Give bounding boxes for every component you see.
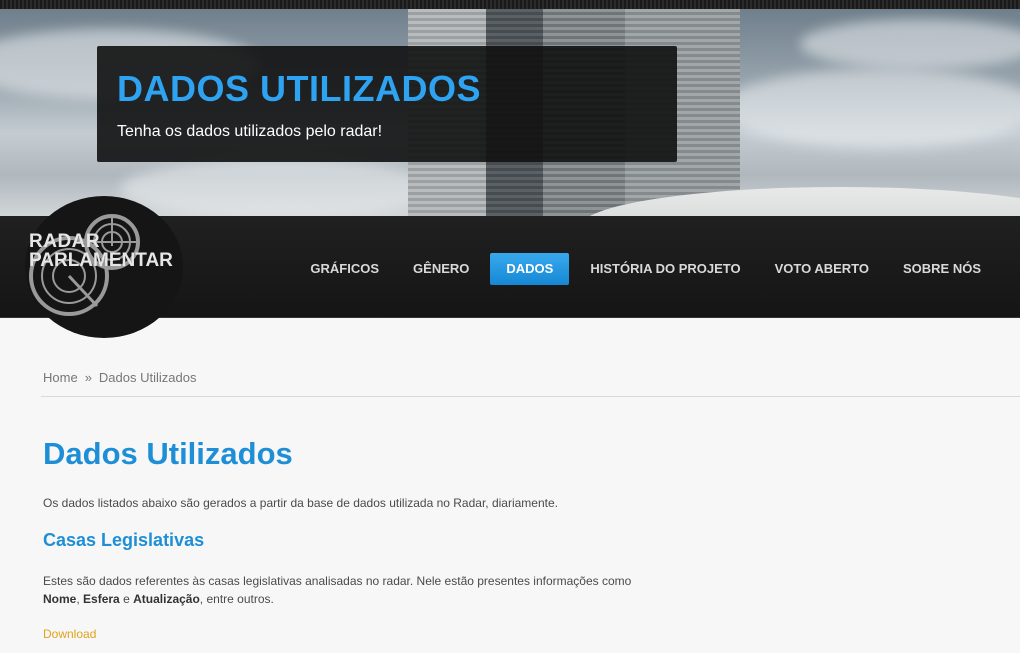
cloud xyxy=(800,19,1020,69)
main-nav: GRÁFICOS GÊNERO DADOS HISTÓRIA DO PROJET… xyxy=(293,253,998,285)
section-title: Casas Legislativas xyxy=(43,530,205,550)
hero-subtitle: Tenha os dados utilizados pelo radar! xyxy=(117,123,383,140)
breadcrumb-home[interactable]: Home xyxy=(43,370,78,385)
field-nome: Nome xyxy=(43,592,77,606)
site-logo[interactable]: RADAR PARLAMENTAR xyxy=(27,214,177,318)
cloud xyxy=(720,69,1020,149)
nav-genero[interactable]: GÊNERO xyxy=(396,253,486,285)
section-desc-text: Estes são dados referentes às casas legi… xyxy=(43,574,632,588)
hero-box: DADOS UTILIZADOS Tenha os dados utilizad… xyxy=(97,46,677,162)
breadcrumb: Home » Dados Utilizados xyxy=(43,370,196,385)
section-desc-end: , entre outros. xyxy=(199,592,274,606)
field-esfera: Esfera xyxy=(83,592,120,606)
nav-sobre-nos[interactable]: SOBRE NÓS xyxy=(886,253,998,285)
logo-text-parlamentar: PARLAMENTAR xyxy=(29,250,173,271)
nav-voto-aberto[interactable]: VOTO ABERTO xyxy=(758,253,886,285)
section-description: Estes são dados referentes às casas legi… xyxy=(43,572,663,608)
nav-dados[interactable]: DADOS xyxy=(490,253,570,285)
intro-text: Os dados listados abaixo são gerados a p… xyxy=(43,496,558,510)
logo-text-radar: RADAR xyxy=(29,231,101,252)
download-link[interactable]: Download xyxy=(43,627,96,641)
conjunction: e xyxy=(123,592,130,606)
field-atualizacao: Atualização xyxy=(133,592,200,606)
cloud xyxy=(120,159,440,217)
hero-banner: DADOS UTILIZADOS Tenha os dados utilizad… xyxy=(0,9,1020,217)
hero-title: DADOS UTILIZADOS xyxy=(117,68,481,109)
divider xyxy=(41,396,1020,397)
comma: , xyxy=(76,592,80,606)
top-strip xyxy=(0,0,1020,9)
nav-graficos[interactable]: GRÁFICOS xyxy=(293,253,396,285)
page-title: Dados Utilizados xyxy=(43,436,293,471)
nav-historia[interactable]: HISTÓRIA DO PROJETO xyxy=(573,253,757,285)
breadcrumb-current: Dados Utilizados xyxy=(98,370,197,385)
breadcrumb-separator: » xyxy=(84,370,92,385)
